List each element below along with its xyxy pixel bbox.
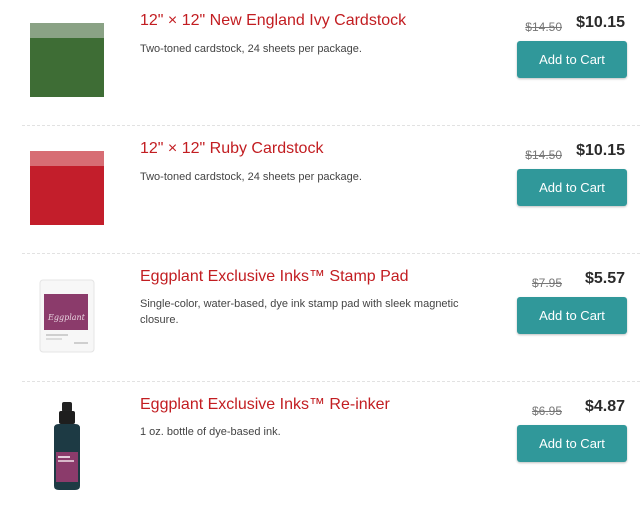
product-description: Two-toned cardstock, 24 sheets per packa… (140, 43, 362, 55)
product-image[interactable] (30, 23, 104, 97)
product-description: 1 oz. bottle of dye-based ink. (140, 426, 281, 438)
add-to-cart-button[interactable]: Add to Cart (517, 169, 627, 206)
original-price: $14.50 (525, 148, 562, 162)
product-row: Eggplant Exclusive Inks™ Re-inker 1 oz. … (0, 384, 640, 512)
product-title[interactable]: Eggplant Exclusive Inks™ Stamp Pad (140, 268, 409, 286)
original-price: $14.50 (525, 20, 562, 34)
product-image[interactable] (30, 151, 104, 225)
product-image[interactable]: Eggplant (34, 276, 100, 356)
add-to-cart-button[interactable]: Add to Cart (517, 297, 627, 334)
divider (22, 125, 640, 126)
product-row: 12" × 12" Ruby Cardstock Two-toned cards… (0, 128, 640, 256)
stamp-pad-icon: Eggplant (39, 279, 95, 353)
add-to-cart-button[interactable]: Add to Cart (517, 41, 627, 78)
sale-price: $10.15 (576, 14, 625, 31)
swatch-dark (30, 38, 104, 97)
swatch-light (30, 151, 104, 166)
product-row: Eggplant Eggplant Exclusive Inks™ Stamp … (0, 256, 640, 384)
product-description: Two-toned cardstock, 24 sheets per packa… (140, 171, 362, 183)
product-row: 12" × 12" New England Ivy Cardstock Two-… (0, 0, 640, 128)
sale-price: $5.57 (584, 270, 625, 287)
reinker-bottle-icon (54, 402, 80, 490)
sale-price: $10.15 (576, 142, 625, 159)
original-price: $6.95 (531, 404, 562, 418)
divider (22, 253, 640, 254)
divider (22, 381, 640, 382)
product-title[interactable]: 12" × 12" New England Ivy Cardstock (140, 12, 406, 30)
add-to-cart-button[interactable]: Add to Cart (517, 425, 627, 462)
product-description: Single-color, water-based, dye ink stamp… (140, 298, 459, 326)
swatch-dark (30, 166, 104, 225)
product-title[interactable]: Eggplant Exclusive Inks™ Re-inker (140, 396, 390, 414)
original-price: $7.95 (531, 276, 562, 290)
product-title[interactable]: 12" × 12" Ruby Cardstock (140, 140, 323, 158)
sale-price: $4.87 (584, 398, 625, 415)
product-image[interactable] (44, 400, 90, 492)
swatch-light (30, 23, 104, 38)
svg-text:Eggplant: Eggplant (47, 313, 86, 322)
